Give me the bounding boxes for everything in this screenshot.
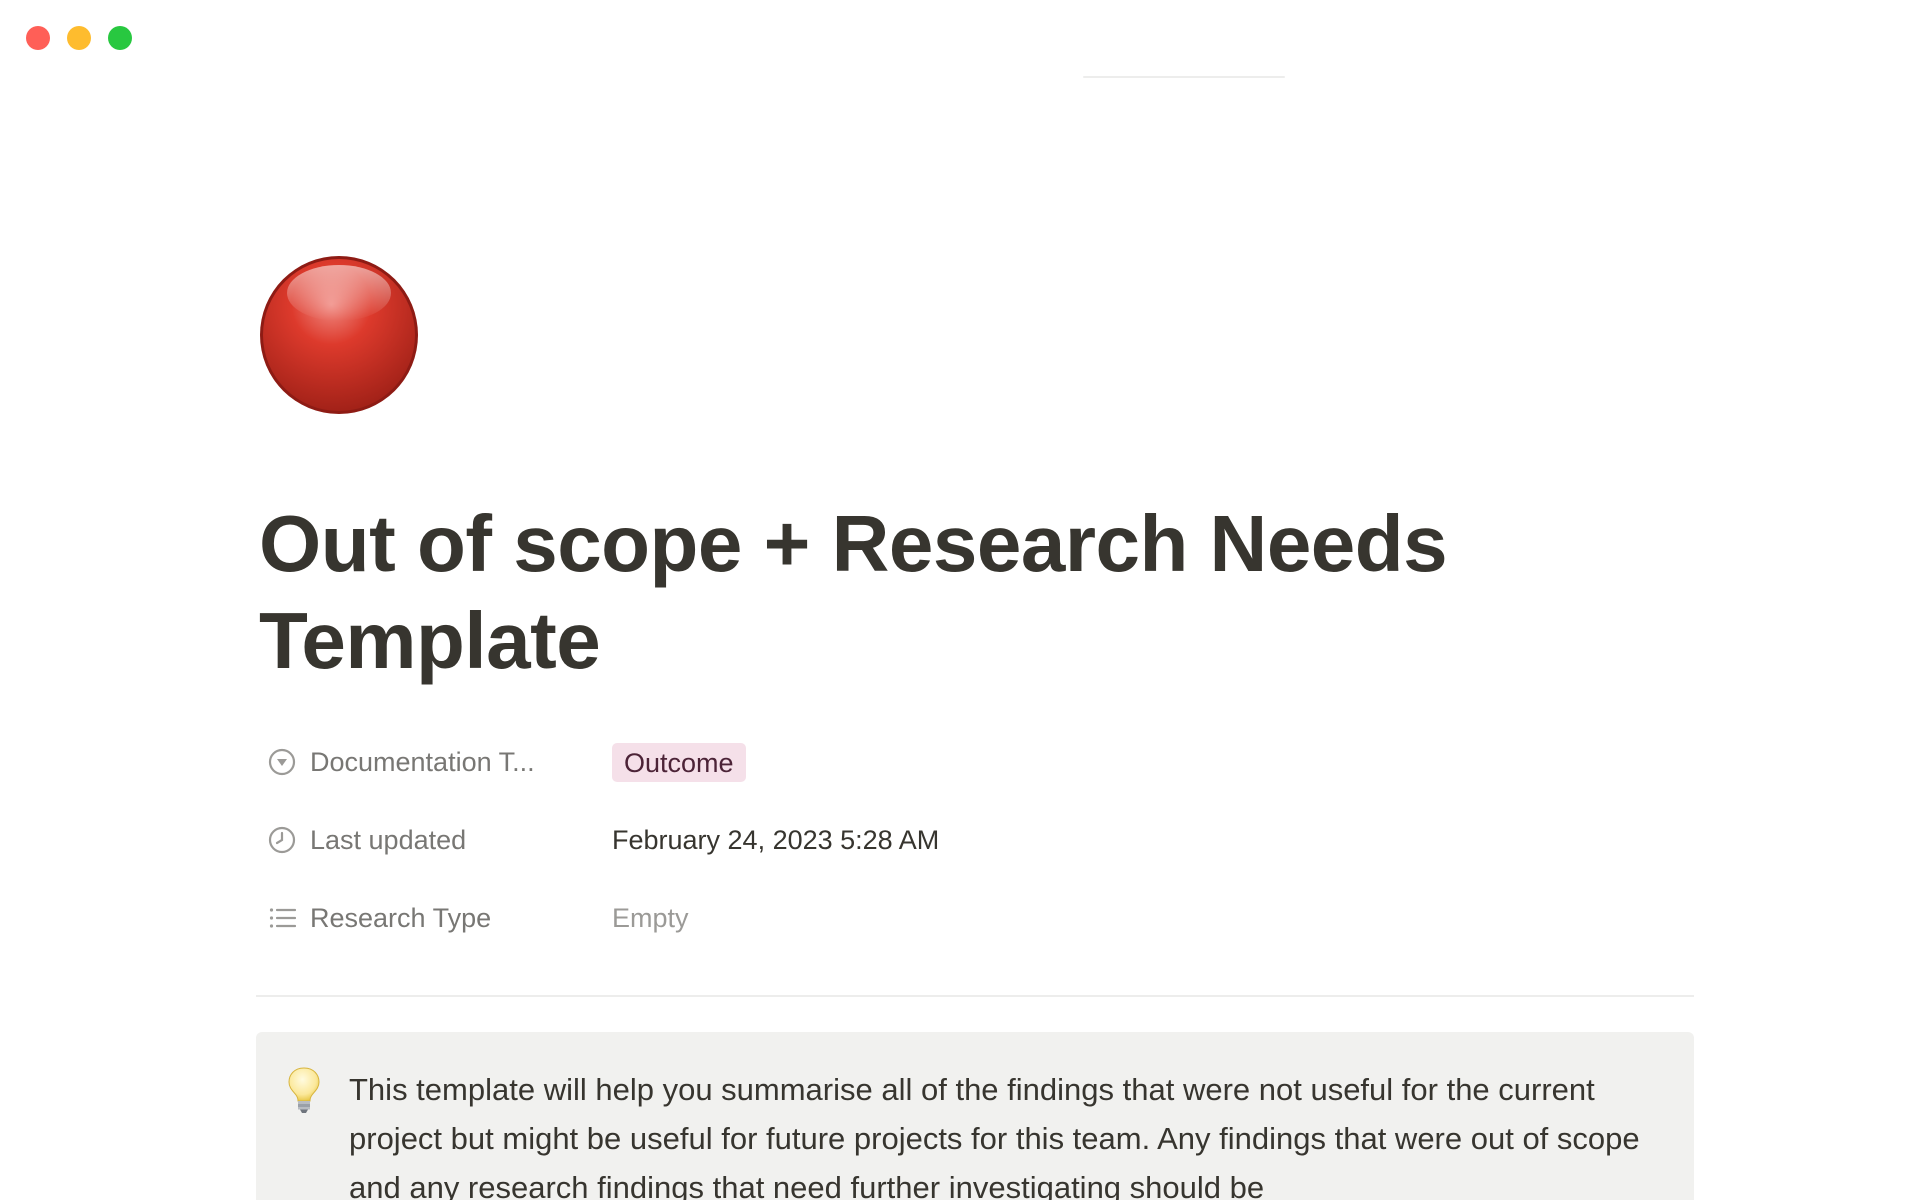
app-window: Out of scope + Research Needs Template D…: [0, 0, 1920, 1200]
callout-block[interactable]: This template will help you summarise al…: [256, 1032, 1694, 1200]
property-research-type[interactable]: Research Type Empty: [259, 894, 1694, 972]
divider: [256, 995, 1694, 997]
window-controls: [26, 26, 132, 50]
outcome-tag[interactable]: Outcome: [612, 742, 746, 782]
property-name[interactable]: Research Type: [267, 894, 587, 942]
red-circle-icon[interactable]: [259, 255, 419, 415]
property-value: February 24, 2023 5:28 AM: [612, 824, 940, 855]
properties-panel: Documentation T... Outcome Last updated …: [259, 738, 1694, 972]
property-name-label: Documentation T...: [310, 746, 535, 777]
light-bulb-icon[interactable]: [286, 1066, 322, 1114]
property-name-label: Research Type: [310, 902, 492, 933]
property-name[interactable]: Last updated: [267, 816, 587, 864]
select-icon: [267, 747, 297, 777]
property-documentation-type[interactable]: Documentation T... Outcome: [259, 738, 1694, 816]
callout-text[interactable]: This template will help you summarise al…: [349, 1065, 1689, 1200]
list-icon: [267, 903, 297, 933]
property-last-updated[interactable]: Last updated February 24, 2023 5:28 AM: [259, 816, 1694, 894]
page-title[interactable]: Out of scope + Research Needs Template: [259, 495, 1559, 689]
property-value-empty[interactable]: Empty: [612, 894, 689, 942]
zoom-window-button[interactable]: [108, 26, 132, 50]
minimize-window-button[interactable]: [67, 26, 91, 50]
property-value[interactable]: Outcome: [612, 738, 746, 786]
close-window-button[interactable]: [26, 26, 50, 50]
property-name-label: Last updated: [310, 824, 467, 855]
top-drag-handle[interactable]: [1083, 76, 1285, 78]
clock-icon: [267, 825, 297, 855]
property-name[interactable]: Documentation T...: [267, 738, 587, 786]
